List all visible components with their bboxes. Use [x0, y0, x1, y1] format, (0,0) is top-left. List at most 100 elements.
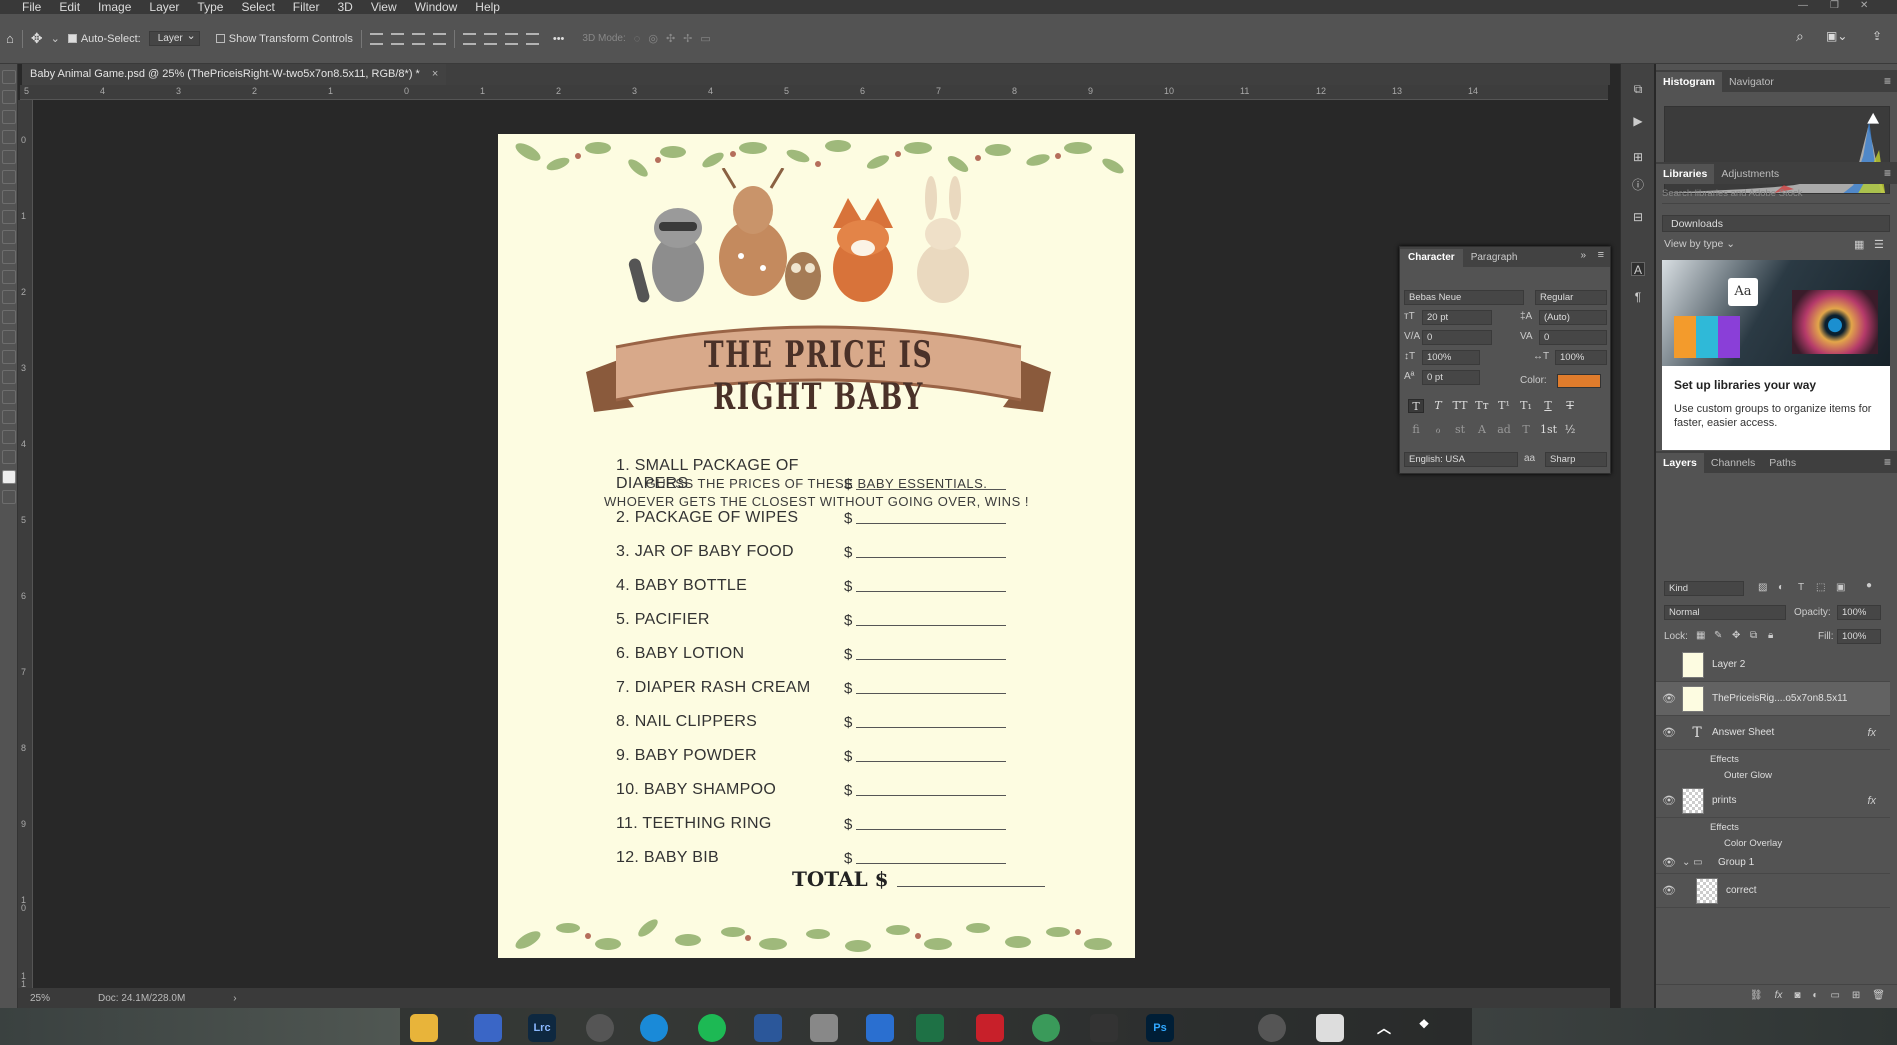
view-by-type-dropdown[interactable]: View by type ⌄	[1664, 238, 1735, 250]
align-top-icon[interactable]	[462, 32, 476, 45]
tab-libraries[interactable]: Libraries	[1656, 164, 1715, 184]
home-icon[interactable]: ⌂	[6, 31, 14, 46]
vertical-scale-field[interactable]: 100%	[1422, 350, 1480, 365]
fill-field[interactable]: 100%	[1837, 629, 1881, 644]
layer-row-correct[interactable]: 👁︎ correct	[1656, 874, 1890, 908]
word-icon[interactable]	[754, 1014, 782, 1042]
file-explorer-icon[interactable]	[410, 1014, 438, 1042]
dodge-tool[interactable]	[2, 330, 16, 344]
davinci-icon[interactable]	[474, 1014, 502, 1042]
move-tool[interactable]	[2, 70, 16, 84]
ordinals-button[interactable]: 1st	[1540, 423, 1557, 437]
more-options-button[interactable]: •••	[553, 33, 565, 45]
distribute-vertical-icon[interactable]	[525, 32, 539, 45]
panel-menu-icon[interactable]: ≡	[1884, 166, 1891, 180]
eyedropper-tool[interactable]	[2, 170, 16, 184]
opacity-field[interactable]: 100%	[1837, 605, 1881, 620]
filter-smart-object-icon[interactable]: ▣	[1836, 582, 1845, 593]
kerning-field[interactable]: 0	[1422, 330, 1492, 345]
tab-paragraph[interactable]: Paragraph	[1463, 249, 1526, 267]
filter-adjustment-icon[interactable]: ◐	[1778, 582, 1784, 593]
all-caps-button[interactable]: TT	[1452, 399, 1468, 413]
zoom-tool[interactable]	[2, 450, 16, 464]
list-view-icon[interactable]: ☰	[1874, 238, 1884, 251]
lock-position-icon[interactable]: ✥	[1732, 630, 1740, 641]
gradient-tool[interactable]	[2, 290, 16, 304]
type-tool[interactable]	[2, 370, 16, 384]
filter-pixel-icon[interactable]: ▨	[1758, 582, 1767, 593]
add-mask-icon[interactable]: ◙	[1794, 990, 1800, 1001]
panel-menu-icon[interactable]: ≡	[1884, 455, 1891, 469]
align-middle-icon[interactable]	[483, 32, 497, 45]
tracking-field[interactable]: 0	[1539, 330, 1607, 345]
titling-alternates-button[interactable]: T	[1518, 423, 1534, 437]
lock-artboard-icon[interactable]: ⧉	[1750, 630, 1757, 641]
filter-type-icon[interactable]: T	[1798, 582, 1804, 593]
tab-histogram[interactable]: Histogram	[1656, 72, 1722, 92]
fx-icon[interactable]: fx	[1867, 795, 1876, 807]
ligature-button[interactable]: fi	[1408, 423, 1424, 437]
zoom-level[interactable]: 25%	[30, 993, 50, 1004]
paragraph-panel-icon[interactable]: ¶	[1631, 290, 1645, 304]
lock-pixels-icon[interactable]: ✎	[1714, 630, 1722, 641]
spotify-icon[interactable]	[698, 1014, 726, 1042]
close-icon[interactable]: ✕	[1860, 0, 1868, 11]
language-select[interactable]: English: USA	[1404, 452, 1518, 467]
chevron-down-icon[interactable]: ⌄	[51, 32, 60, 45]
workspace-icon[interactable]: ▣⌄	[1826, 29, 1847, 43]
document-artboard[interactable]: THE PRICE IS RIGHT BABY GUESS THE PRICES…	[498, 134, 1135, 958]
leading-field[interactable]: (Auto)	[1539, 310, 1607, 325]
horizontal-scale-field[interactable]: 100%	[1555, 350, 1607, 365]
3d-orbit-icon[interactable]: ◌	[634, 33, 641, 45]
foreground-color[interactable]	[2, 470, 16, 484]
pen-tool[interactable]	[2, 350, 16, 364]
new-layer-icon[interactable]: ⊞	[1852, 990, 1860, 1001]
link-layers-icon[interactable]: ⛓︎	[1750, 990, 1763, 1001]
filter-toggle-icon[interactable]: ●	[1866, 580, 1872, 591]
panel-menu-icon[interactable]: ≡	[1884, 74, 1891, 88]
eye-icon[interactable]: 👁︎	[1656, 794, 1682, 807]
menu-edit[interactable]: Edit	[50, 0, 89, 14]
library-dropdown[interactable]: Downloads	[1662, 215, 1890, 232]
eye-icon[interactable]: 👁︎	[1656, 692, 1682, 705]
menu-file[interactable]: File	[0, 0, 50, 14]
blur-tool[interactable]	[2, 310, 16, 324]
lock-transparent-icon[interactable]: ▦	[1696, 630, 1705, 641]
text-color-swatch[interactable]	[1557, 374, 1601, 388]
distribute-icon[interactable]	[432, 32, 446, 45]
history-brush-tool[interactable]	[2, 250, 16, 264]
blend-mode-select[interactable]: Normal	[1664, 605, 1786, 620]
layer-row-smart-object[interactable]: 👁︎ ThePriceisRig....o5x7on8.5x11	[1656, 682, 1890, 716]
align-right-icon[interactable]	[411, 32, 425, 45]
tab-layers[interactable]: Layers	[1656, 453, 1704, 473]
tab-navigator[interactable]: Navigator	[1722, 72, 1781, 92]
align-bottom-icon[interactable]	[504, 32, 518, 45]
fx-icon[interactable]: fx	[1867, 727, 1876, 739]
small-caps-button[interactable]: Tт	[1474, 399, 1490, 413]
font-family-select[interactable]: Bebas Neue	[1404, 290, 1524, 305]
lock-all-icon[interactable]: 🔒︎	[1768, 630, 1773, 641]
glyphs-icon[interactable]: ⊟	[1631, 210, 1645, 224]
layer-kind-filter[interactable]: Kind	[1664, 581, 1744, 596]
eye-icon[interactable]: 👁︎	[1656, 856, 1682, 869]
close-tab-icon[interactable]: ×	[432, 64, 438, 85]
strikethrough-button[interactable]: T	[1562, 399, 1578, 413]
align-center-icon[interactable]	[390, 32, 404, 45]
new-adjustment-icon[interactable]: ◐	[1812, 990, 1818, 1001]
3d-slide-icon[interactable]: ✢	[683, 32, 692, 45]
info-icon[interactable]: ⓘ	[1631, 178, 1645, 192]
quick-mask-button[interactable]	[2, 490, 16, 504]
lasso-tool[interactable]	[2, 110, 16, 124]
menu-help[interactable]: Help	[466, 0, 509, 14]
menu-image[interactable]: Image	[89, 0, 140, 14]
filezilla-icon[interactable]	[976, 1014, 1004, 1042]
brush-tool[interactable]	[2, 210, 16, 224]
faux-italic-button[interactable]: T	[1430, 399, 1446, 413]
old-style-button[interactable]: ℴ	[1430, 423, 1446, 437]
tab-channels[interactable]: Channels	[1704, 453, 1762, 473]
font-size-field[interactable]: 20 pt	[1422, 310, 1492, 325]
edge-icon[interactable]	[640, 1014, 668, 1042]
3d-pan-icon[interactable]: ✣	[666, 32, 675, 45]
shape-tool[interactable]	[2, 410, 16, 424]
inkscape-icon[interactable]	[1090, 1014, 1118, 1042]
